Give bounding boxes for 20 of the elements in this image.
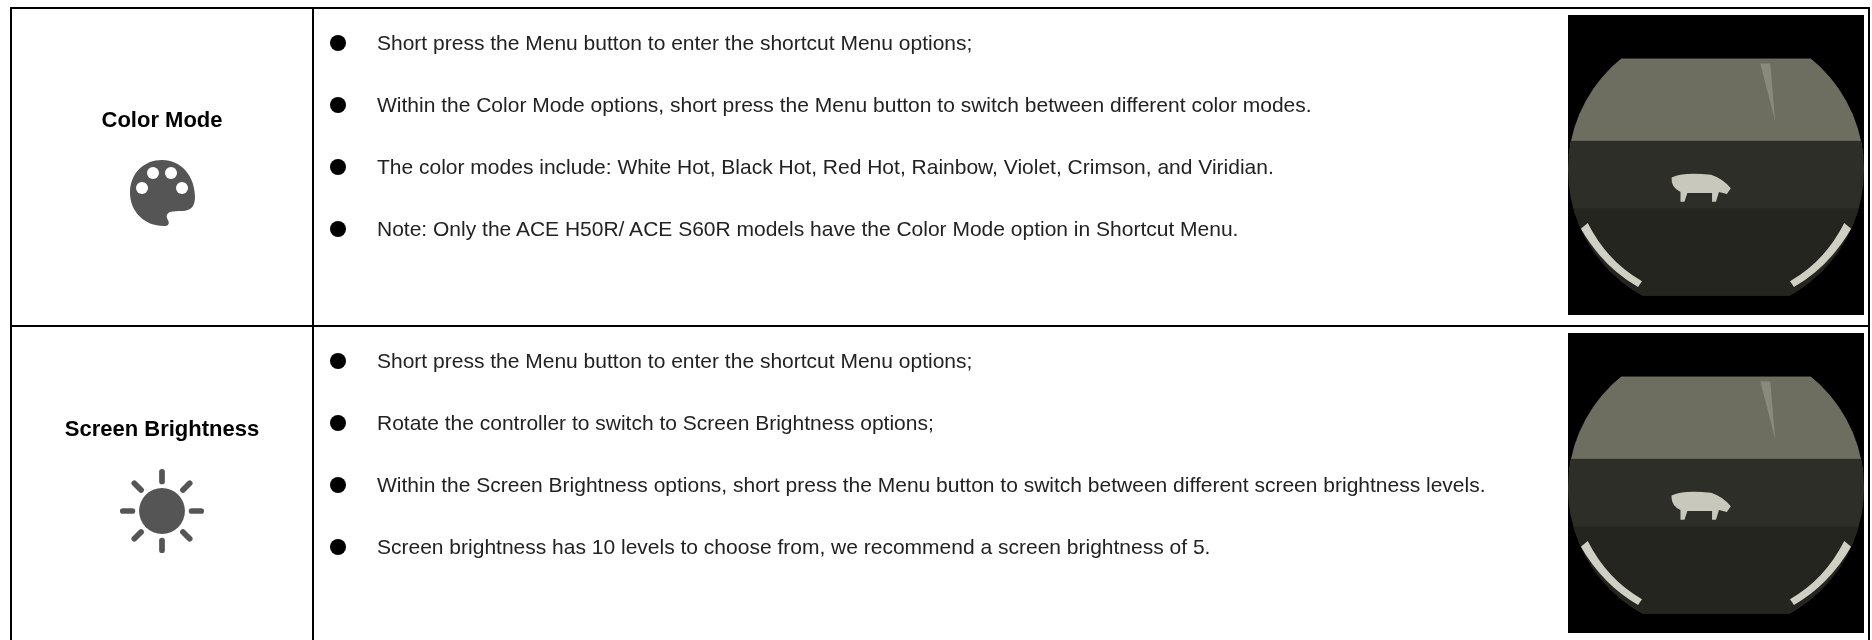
bullet-icon [330, 539, 346, 555]
row-title: Screen Brightness [64, 416, 260, 442]
bullet-icon [330, 353, 346, 369]
bullet-icon [330, 97, 346, 113]
row-title: Color Mode [101, 107, 223, 133]
bullet-icon [330, 477, 346, 493]
instruction-text: Within the Color Mode options, short press the Menu button to switch between different color modes. [377, 92, 1312, 118]
instruction-text: Short press the Menu button to enter the shortcut Menu options; [377, 348, 973, 374]
bullet-icon [330, 35, 346, 51]
palette-icon [129, 159, 195, 227]
bullet-icon [330, 221, 346, 237]
instruction-text: Note: Only the ACE H50R/ ACE S60R models have the Color Mode option in Shortcut Menu. [377, 216, 1239, 242]
bullet-icon [330, 159, 346, 175]
instruction-text: Short press the Menu button to enter the shortcut Menu options; [377, 30, 973, 56]
instruction-text: Screen brightness has 10 levels to choose from, we recommend a screen brightness of 5. [377, 534, 1211, 560]
instruction-text: The color modes include: White Hot, Black Hot, Red Hot, Rainbow, Violet, Crimson, and Viridian. [377, 154, 1274, 180]
bullet-icon [330, 415, 346, 431]
instruction-text: Rotate the controller to switch to Screen Brightness options; [377, 410, 934, 436]
instruction-text: Within the Screen Brightness options, short press the Menu button to switch between different screen brightness levels. [377, 472, 1486, 498]
sun-icon [119, 468, 205, 554]
